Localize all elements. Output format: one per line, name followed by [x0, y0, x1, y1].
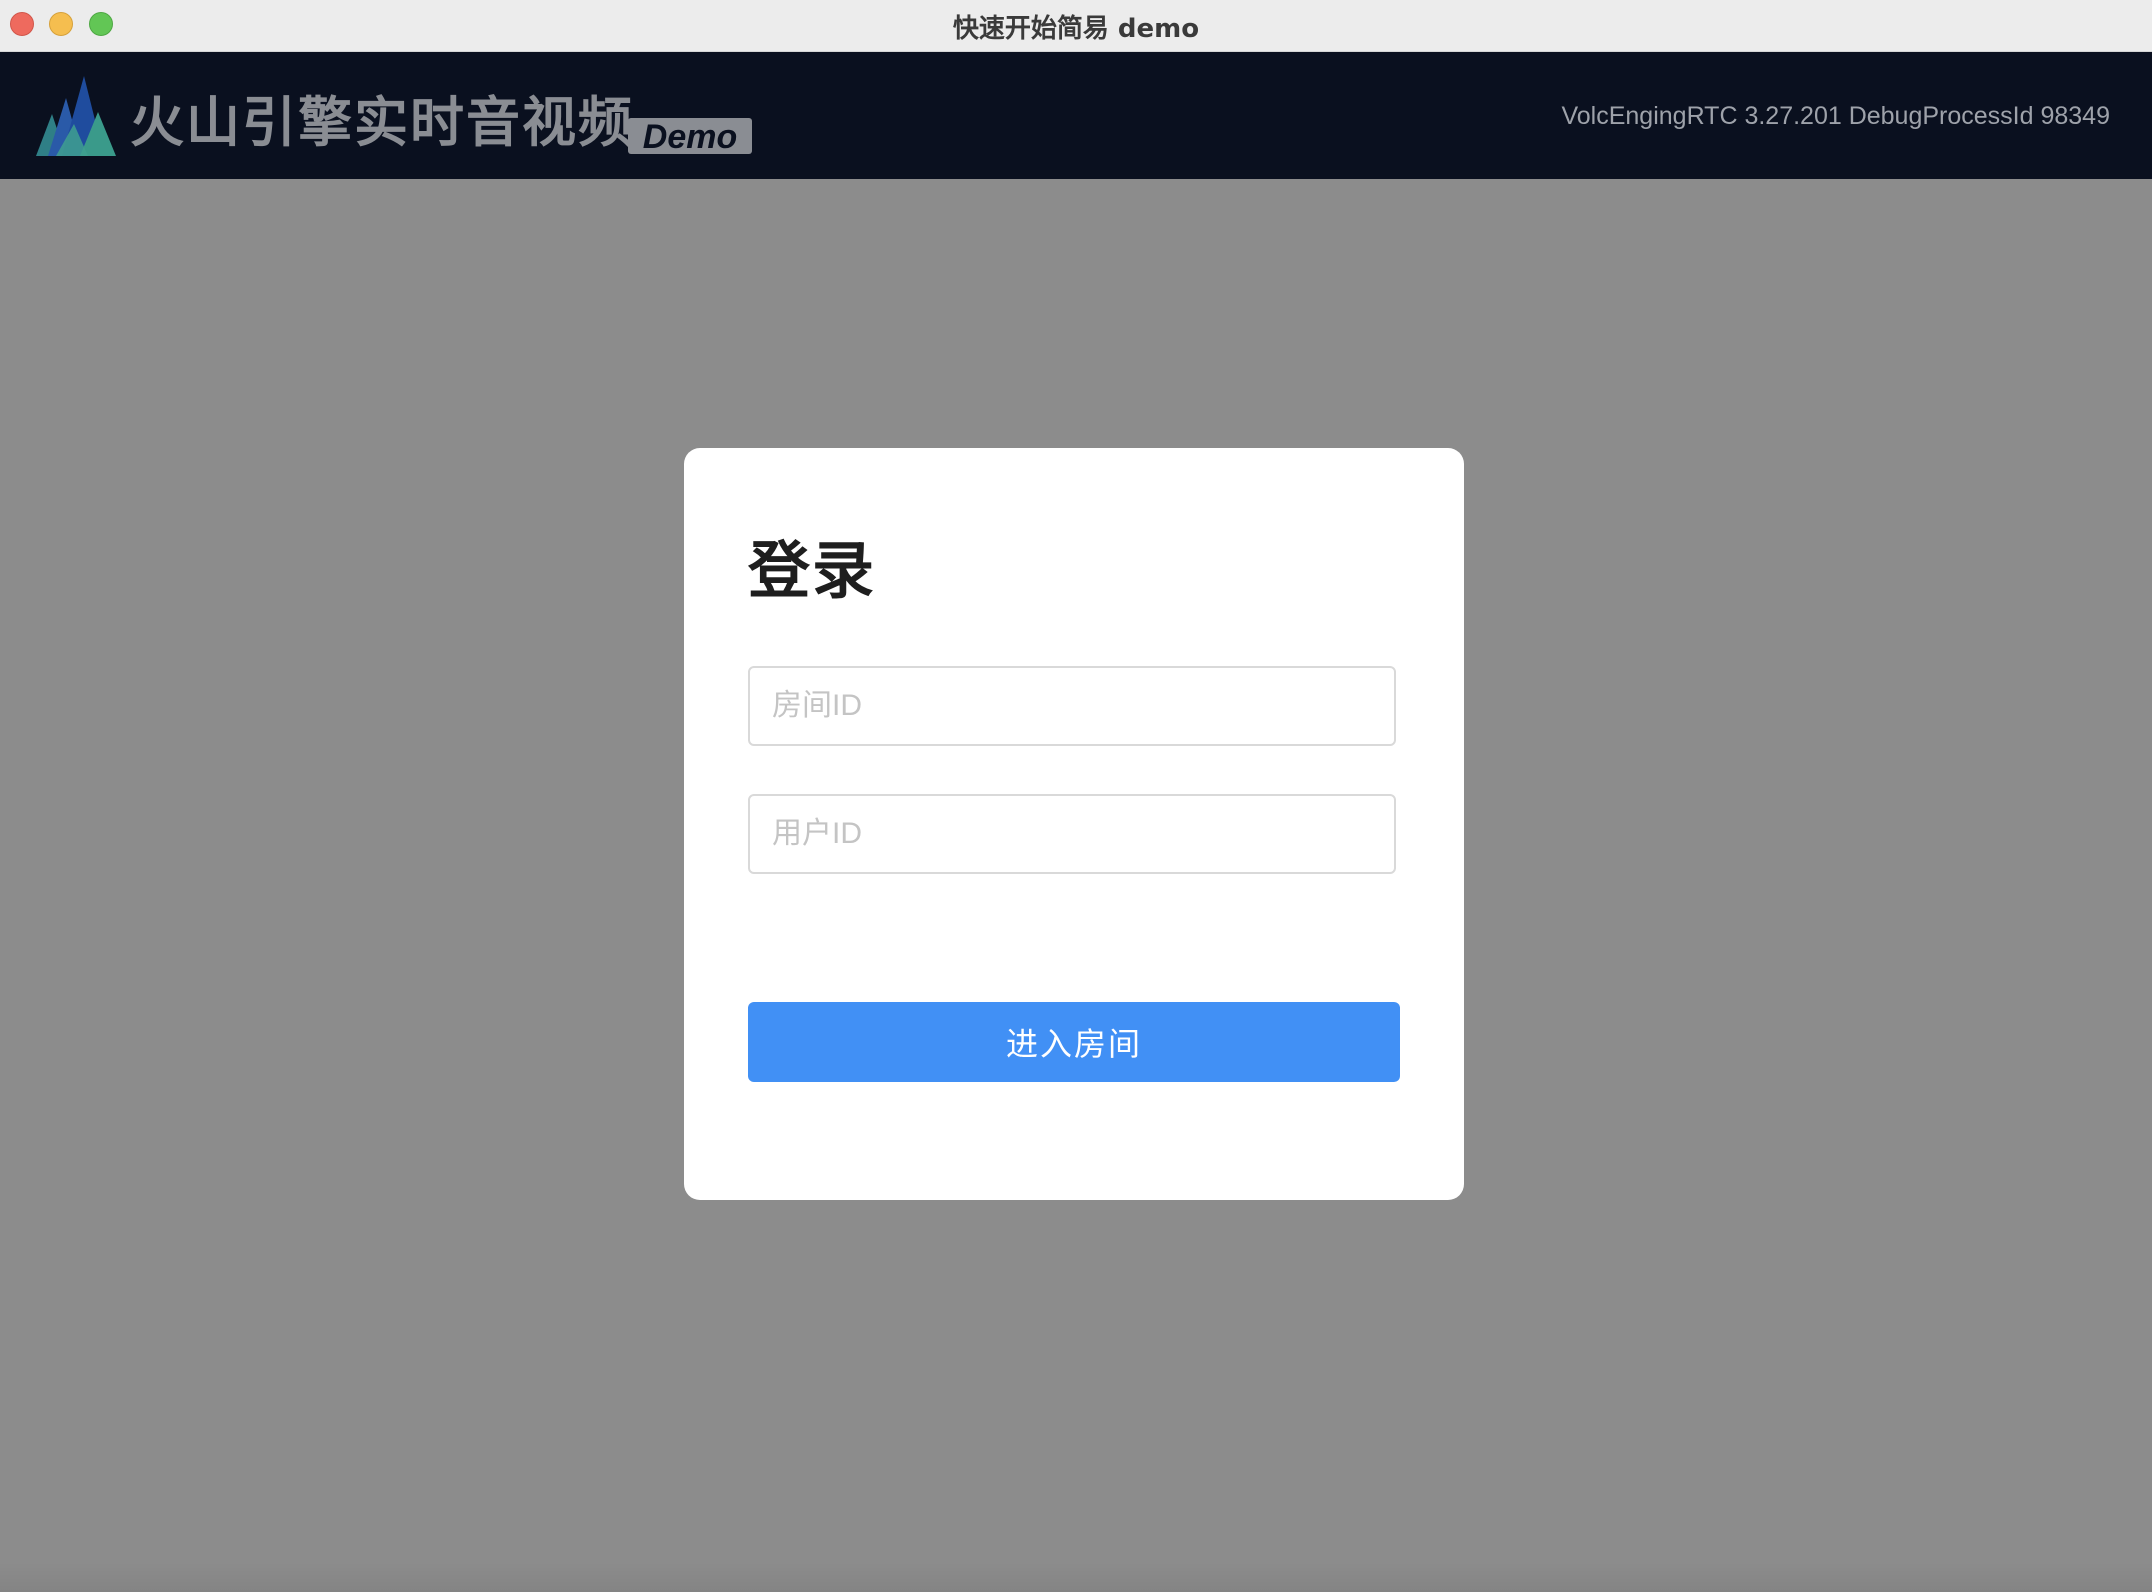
- app-header: 火山引擎实时音视频 Demo VolcEngingRTC 3.27.201 De…: [0, 52, 2152, 179]
- window-title: 快速开始简易 demo: [952, 14, 1200, 44]
- room-id-input[interactable]: [748, 666, 1396, 746]
- brand-name: 火山引擎实时音视频: [130, 91, 634, 154]
- demo-badge: Demo: [628, 118, 752, 156]
- title-bar: 快速开始简易 demo: [0, 0, 2152, 52]
- enter-room-button[interactable]: 进入房间: [748, 1002, 1400, 1082]
- login-title: 登录: [748, 534, 877, 607]
- app-window: 快速开始简易 demo 火山引擎实时音视频 Demo VolcEngingRTC…: [0, 0, 2152, 1592]
- login-card: 登录 进入房间: [684, 448, 1464, 1200]
- user-id-input[interactable]: [748, 794, 1396, 874]
- bottom-shade: [0, 1562, 2152, 1592]
- version-info: VolcEngingRTC 3.27.201 DebugProcessId 98…: [1561, 102, 2110, 130]
- volcano-mountains-icon: [36, 76, 116, 156]
